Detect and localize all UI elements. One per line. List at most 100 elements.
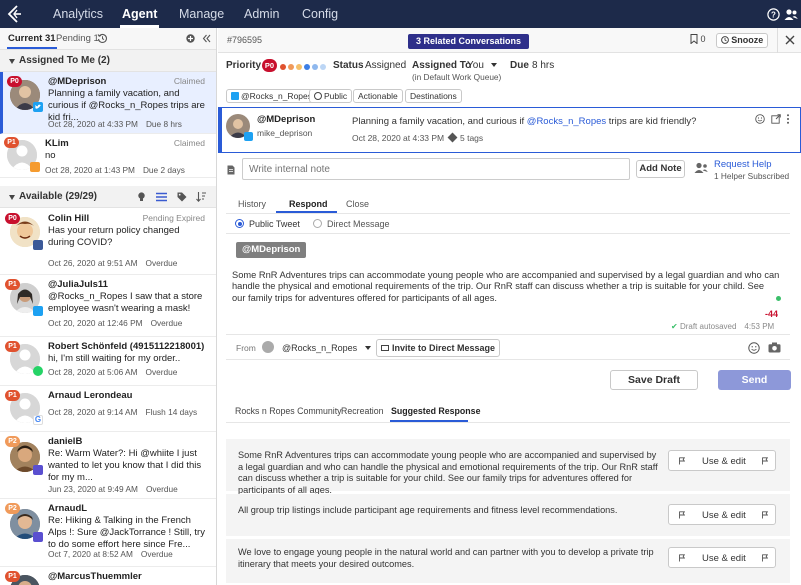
message-card[interactable]: @MDeprison mike_deprison Planning a fami… [218, 107, 801, 153]
tag-public[interactable]: Public [309, 89, 353, 103]
conversation-item[interactable]: P1 G Arnaud Lerondeau Oct 28, 2020 at 9:… [0, 386, 216, 432]
assigned-to-select[interactable]: You [467, 60, 497, 71]
priority-selector[interactable]: P0 [262, 59, 277, 72]
nav-manage[interactable]: Manage [179, 0, 224, 28]
external-link-icon[interactable] [771, 114, 781, 124]
tag-destinations[interactable]: Destinations [405, 89, 462, 103]
use-and-edit-button[interactable]: Use & edit [668, 547, 776, 568]
internal-note-input[interactable] [242, 158, 630, 180]
tab-close[interactable]: Close [346, 199, 369, 209]
camera-icon[interactable] [768, 342, 781, 353]
reply-text[interactable]: Some RnR Adventures trips can accommodat… [232, 270, 780, 304]
request-help-link[interactable]: Request Help [714, 159, 772, 170]
character-counter: -44 [764, 309, 778, 319]
add-icon[interactable] [186, 34, 195, 43]
public-tweet-radio[interactable] [235, 219, 244, 228]
message-tags[interactable]: 5 tags [447, 132, 484, 143]
bookmark-count: 0 [700, 34, 706, 44]
nav-analytics[interactable]: Analytics [53, 0, 103, 28]
public-tweet-label: Public Tweet [249, 219, 300, 229]
conversation-item[interactable]: P2 danielB Re: Warm Water?: Hi @whiite I… [0, 432, 216, 499]
nav-config[interactable]: Config [302, 0, 338, 28]
conversation-item[interactable]: P0 @MDeprison Claimed Planning a family … [0, 72, 216, 134]
tag-label: Public [324, 91, 348, 101]
reply-footer: From @Rocks_n_Ropes Invite to Direct Mes… [226, 334, 790, 360]
priority-badge: P1 [5, 279, 20, 290]
due-label: Due [510, 60, 529, 71]
reply-composer[interactable]: @MDeprison Some RnR Adventures trips can… [226, 233, 790, 333]
more-options-icon[interactable] [786, 114, 790, 124]
conversation-item[interactable]: P1 @MarcusThuemmler [0, 567, 216, 585]
from-account-select[interactable]: @Rocks_n_Ropes [282, 343, 371, 353]
tag-icon[interactable] [177, 192, 187, 202]
tag-label: @Rocks_n_Ropes [241, 91, 312, 101]
tab-pending[interactable]: Pending 1 [56, 33, 99, 44]
nav-agent[interactable]: Agent [119, 0, 160, 28]
tab-recreation[interactable]: Recreation [341, 406, 384, 416]
assigned-to-label: Assigned To [412, 60, 472, 71]
collapse-panel-icon[interactable] [202, 34, 211, 43]
related-conversations-button[interactable]: 3 Related Conversations [408, 34, 530, 49]
assigned-to-value: You [467, 60, 484, 71]
tab-community[interactable]: Rocks n Ropes Community [235, 406, 342, 416]
list-icon[interactable] [156, 192, 167, 202]
help-icon[interactable]: ? [767, 8, 780, 21]
invite-dm-button[interactable]: Invite to Direct Message [376, 339, 500, 357]
tag-actionable[interactable]: Actionable [353, 89, 403, 103]
add-note-button[interactable]: Add Note [636, 160, 685, 178]
emoji-icon[interactable] [748, 342, 760, 354]
status-value[interactable]: Assigned [365, 60, 406, 71]
conversation-preview: @Rocks_n_Ropes I saw that a store employ… [48, 291, 203, 314]
chevron-down-icon [490, 63, 497, 67]
use-and-edit-label: Use & edit [702, 456, 746, 467]
priority-scale[interactable] [280, 61, 326, 73]
work-queue-label: (in Default Work Queue) [412, 72, 502, 82]
ticket-id: #796595 [227, 35, 263, 45]
tag-account[interactable]: @Rocks_n_Ropes [226, 89, 317, 103]
section-available[interactable]: Available (29/29) [0, 186, 216, 208]
tab-history[interactable]: History [238, 199, 266, 209]
conversation-name: @MarcusThuemmler [48, 571, 142, 582]
reply-mention-chip[interactable]: @MDeprison [236, 242, 307, 258]
conversation-item[interactable]: P1 Robert Schönfeld (4915112218001) hi, … [0, 337, 216, 386]
flag-icon [679, 554, 685, 562]
app-logo-icon[interactable] [5, 4, 25, 24]
bookmark-button[interactable]: 0 [690, 34, 706, 45]
suggested-response-text: Some RnR Adventures trips can accommodat… [238, 450, 658, 495]
from-label: From [236, 343, 256, 353]
snooze-label: Snooze [731, 35, 764, 45]
conversation-item[interactable]: P2 ArnaudL Re: Hiking & Talking in the F… [0, 499, 216, 567]
tab-current[interactable]: Current 31 [7, 33, 57, 49]
tab-respond[interactable]: Respond [289, 199, 328, 209]
lightbulb-icon[interactable] [137, 192, 146, 202]
save-draft-button[interactable]: Save Draft [610, 370, 698, 390]
mention-link[interactable]: @Rocks_n_Ropes [527, 116, 606, 127]
snooze-button[interactable]: Snooze [716, 33, 768, 48]
sort-icon[interactable] [196, 191, 206, 202]
list-tabs: Current 31 Pending 1 [0, 28, 216, 50]
conversation-item[interactable]: P0 Colin Hill Pending Expired Has your r… [0, 209, 216, 275]
use-and-edit-button[interactable]: Use & edit [668, 504, 776, 525]
message-author[interactable]: @MDeprison [257, 114, 315, 125]
conversation-preview: no [45, 150, 56, 161]
due-indicator: Overdue [145, 258, 178, 268]
tag-icon [447, 132, 458, 143]
nav-admin[interactable]: Admin [244, 0, 279, 28]
history-icon[interactable] [97, 33, 108, 44]
use-and-edit-button[interactable]: Use & edit [668, 450, 776, 471]
draft-status: ✔ Draft autosaved 4:53 PM [671, 322, 775, 331]
message-tags-count: 5 tags [460, 133, 484, 143]
close-icon [785, 35, 795, 45]
conversation-item[interactable]: P1 @JuliaJuls11 @Rocks_n_Ropes I saw tha… [0, 275, 216, 337]
user-profile-icon[interactable] [784, 8, 798, 21]
direct-message-radio[interactable] [313, 219, 322, 228]
send-button[interactable]: Send [718, 370, 791, 390]
tab-suggested-response[interactable]: Suggested Response [391, 406, 480, 416]
close-ticket-button[interactable] [777, 28, 801, 53]
due-indicator: Overdue [150, 318, 183, 328]
section-assigned[interactable]: Assigned To Me (2) [0, 50, 216, 72]
caret-down-icon [9, 195, 15, 200]
conversation-item[interactable]: P1 KLim Claimed no Oct 28, 2020 at 1:43 … [0, 134, 216, 178]
emoji-icon[interactable] [755, 114, 765, 124]
facebook-icon [33, 240, 43, 250]
